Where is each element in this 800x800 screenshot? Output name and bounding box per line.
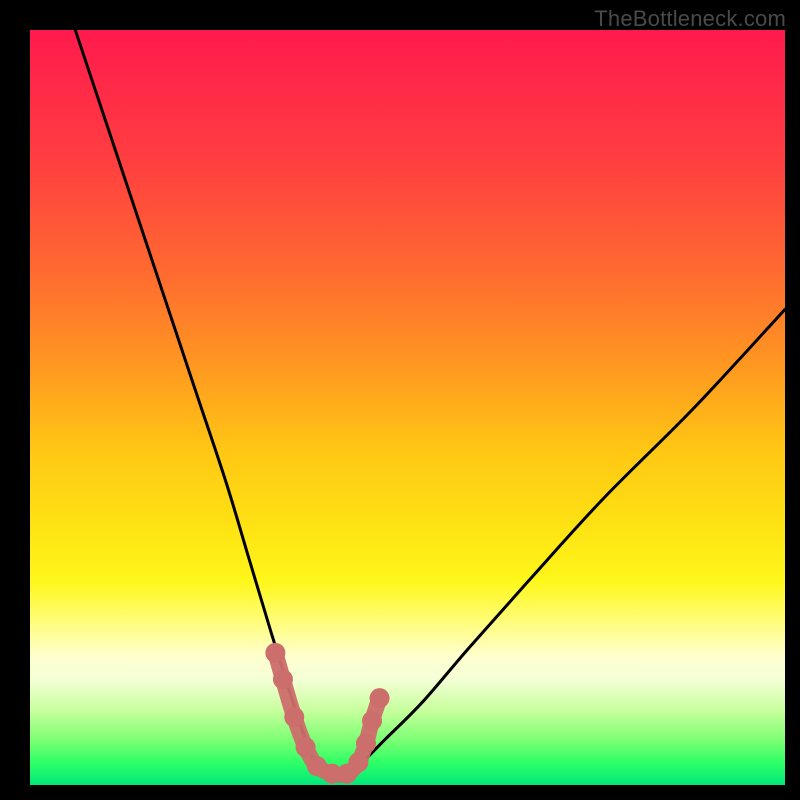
dotted-segment-point (356, 733, 376, 753)
dotted-segment-point (273, 669, 293, 689)
chart-svg (30, 30, 785, 785)
watermark-label: TheBottleneck.com (594, 6, 786, 32)
dotted-segment-point (370, 688, 390, 708)
dotted-segment-point (265, 643, 285, 663)
chart-frame: TheBottleneck.com (0, 0, 800, 800)
bottleneck-curve (75, 30, 785, 775)
dotted-segment-point (362, 711, 382, 731)
dotted-segment-point (284, 707, 304, 727)
dotted-segment (265, 643, 389, 784)
dotted-segment-point (296, 737, 316, 757)
dotted-segment-point (348, 752, 368, 772)
